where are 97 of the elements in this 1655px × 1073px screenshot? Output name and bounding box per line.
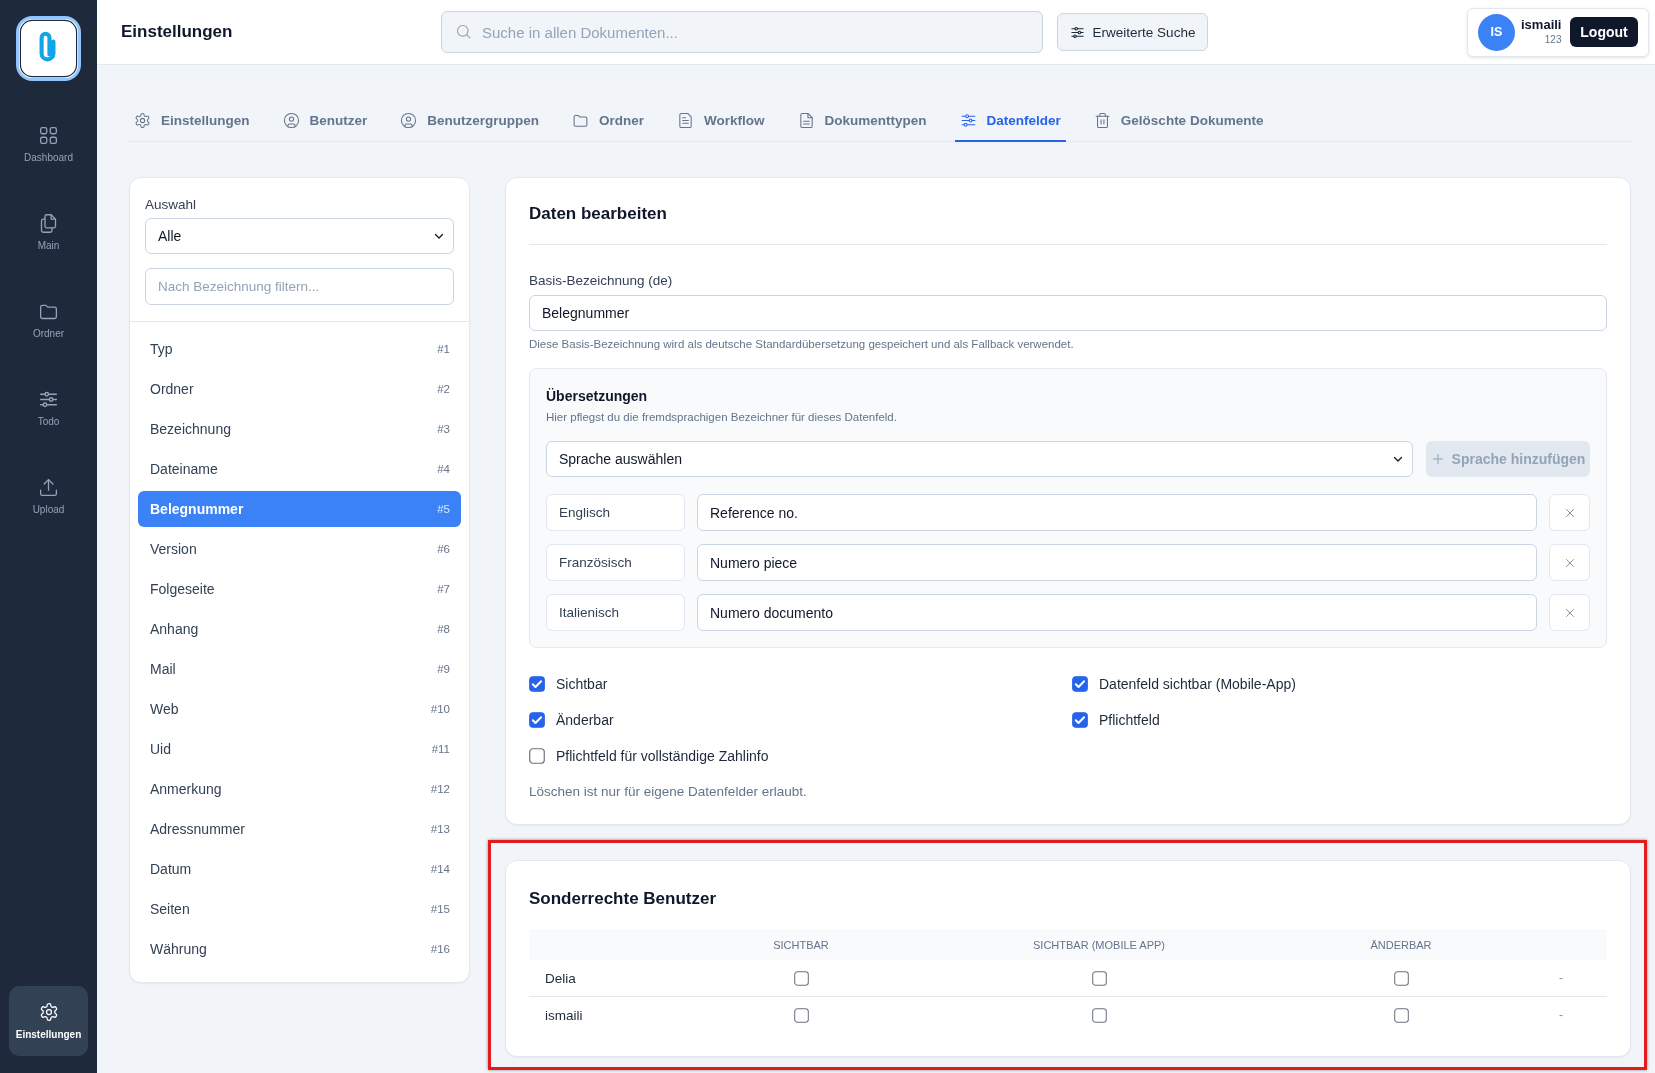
section-title: Daten bearbeiten xyxy=(529,204,667,224)
sliders-icon xyxy=(1069,24,1085,40)
checkbox-label: Pflichtfeld für vollständige Zahlinfo xyxy=(556,748,769,764)
list-item[interactable]: Version #6 xyxy=(138,531,461,567)
language-label: Italienisch xyxy=(546,594,685,631)
help-text: Diese Basis-Bezeichnung wird als deutsche Standardübersetzung gespeichert und als Fallback verwendet. xyxy=(529,337,1074,351)
sidebar-item[interactable]: Todo xyxy=(29,383,68,434)
list-item[interactable]: Folgeseite #7 xyxy=(138,571,461,607)
checkbox[interactable] xyxy=(529,712,545,728)
close-icon xyxy=(1563,606,1576,619)
sidebar-item[interactable]: Upload xyxy=(24,471,73,522)
section-title: Sonderrechte Benutzer xyxy=(529,889,717,909)
list-item[interactable]: Typ #1 xyxy=(138,331,461,367)
panel-title: Übersetzungen xyxy=(546,388,648,404)
checkbox[interactable] xyxy=(529,676,545,692)
sidebar-item[interactable]: Dashboard xyxy=(16,119,81,170)
select-field[interactable]: Sprache auswählen xyxy=(546,441,1413,477)
language-label: Englisch xyxy=(546,494,685,531)
checkbox-label: Änderbar xyxy=(556,712,614,728)
note-text: Löschen ist nur für eigene Datenfelder erlaubt. xyxy=(529,784,807,800)
column-header: SICHTBAR xyxy=(773,938,829,951)
checkbox[interactable] xyxy=(1393,970,1409,986)
tab[interactable]: Dokumenttypen xyxy=(792,100,932,142)
sidebar-item[interactable]: Main xyxy=(29,207,68,258)
list-item[interactable]: Anhang #8 xyxy=(138,611,461,647)
list-item[interactable]: Web #10 xyxy=(138,691,461,727)
document-icon xyxy=(677,111,695,129)
upload-icon xyxy=(38,477,59,498)
tab[interactable]: Einstellungen xyxy=(129,100,255,142)
checkbox-label: Datenfeld sichtbar (Mobile-App) xyxy=(1099,676,1296,692)
tab[interactable]: Gelöschte Dokumente xyxy=(1088,100,1269,142)
settings-icon xyxy=(38,1002,59,1022)
text-input[interactable]: Numero piece xyxy=(697,544,1537,581)
user-icon xyxy=(400,111,418,129)
table-cell: - xyxy=(1559,1008,1563,1022)
list-item[interactable]: Dateiname #4 xyxy=(138,451,461,487)
user-name: ismaili xyxy=(1521,17,1562,32)
checkbox[interactable] xyxy=(529,748,545,764)
checkbox-label: Pflichtfeld xyxy=(1099,712,1160,728)
user-number: 123 xyxy=(1544,33,1562,47)
tab[interactable]: Benutzergruppen xyxy=(395,100,545,142)
page-title: Einstellungen xyxy=(121,22,233,42)
close-icon xyxy=(1563,556,1576,569)
filter-input[interactable]: Nach Bezeichnung filtern... xyxy=(145,268,454,305)
sliders-icon xyxy=(38,389,59,410)
field-label: Basis-Bezeichnung (de) xyxy=(529,273,673,289)
checkbox[interactable] xyxy=(1393,1007,1409,1023)
user-avatar: IS xyxy=(1478,13,1515,51)
trash-icon xyxy=(1093,111,1111,129)
plus-icon xyxy=(1430,452,1445,466)
language-label: Französisch xyxy=(546,544,685,581)
help-text: Hier pflegst du die fremdsprachigen Bezeichner für dieses Datenfeld. xyxy=(546,410,897,424)
list-item[interactable]: Ordner #2 xyxy=(138,371,461,407)
close-icon xyxy=(1563,506,1576,519)
table-cell: ismaili xyxy=(545,1007,583,1023)
list-item[interactable]: Anmerkung #12 xyxy=(138,771,461,807)
checkbox[interactable] xyxy=(1072,712,1088,728)
column-header: ÄNDERBAR xyxy=(1370,938,1432,951)
select-field[interactable]: Alle xyxy=(145,218,454,254)
checkbox[interactable] xyxy=(1072,676,1088,692)
column-header: SICHTBAR (MOBILE APP) xyxy=(1033,938,1165,951)
list-item[interactable]: Bezeichnung #3 xyxy=(138,411,461,447)
checkbox[interactable] xyxy=(1091,970,1107,986)
list-item[interactable]: Mail #9 xyxy=(138,651,461,687)
tab[interactable]: Workflow xyxy=(672,100,770,142)
search-icon xyxy=(455,23,472,40)
table-cell: Delia xyxy=(545,970,576,986)
tab[interactable]: Benutzer xyxy=(277,100,373,142)
paperclip-logo-icon[interactable] xyxy=(16,16,81,81)
search-field[interactable]: Suche in allen Dokumenten... xyxy=(441,11,1043,53)
list-item[interactable]: Seiten #15 xyxy=(138,891,461,927)
tab[interactable]: Ordner xyxy=(567,100,650,142)
list-item[interactable]: Adressnummer #13 xyxy=(138,811,461,847)
list-item[interactable]: Währung #16 xyxy=(138,931,461,967)
grid-icon xyxy=(38,125,59,146)
settings-icon xyxy=(134,111,151,129)
field-label: Auswahl xyxy=(145,197,197,213)
text-input[interactable]: Belegnummer xyxy=(529,295,1607,331)
logout-button[interactable]: Logout xyxy=(1570,17,1638,47)
documents-icon xyxy=(38,213,59,234)
checkbox[interactable] xyxy=(793,1007,809,1023)
text-input[interactable]: Reference no. xyxy=(697,494,1537,531)
user-icon xyxy=(282,111,300,129)
checkbox[interactable] xyxy=(1091,1007,1107,1023)
table-cell: - xyxy=(1559,971,1563,985)
checkbox[interactable] xyxy=(793,970,809,986)
sidebar-item[interactable]: Ordner xyxy=(24,295,73,346)
checkbox-label: Sichtbar xyxy=(556,676,608,692)
text-input[interactable]: Numero documento xyxy=(697,594,1537,631)
advanced-search-button[interactable]: Erweiterte Suche xyxy=(1057,13,1208,51)
list-item[interactable]: Belegnummer #5 xyxy=(138,491,461,527)
list-item[interactable]: Uid #11 xyxy=(138,731,461,767)
document-icon xyxy=(797,111,815,129)
tab[interactable]: Datenfelder xyxy=(954,100,1066,142)
list-item[interactable]: Datum #14 xyxy=(138,851,461,887)
sliders-icon xyxy=(959,111,977,129)
sidebar-item[interactable]: Einstellungen xyxy=(9,986,88,1056)
